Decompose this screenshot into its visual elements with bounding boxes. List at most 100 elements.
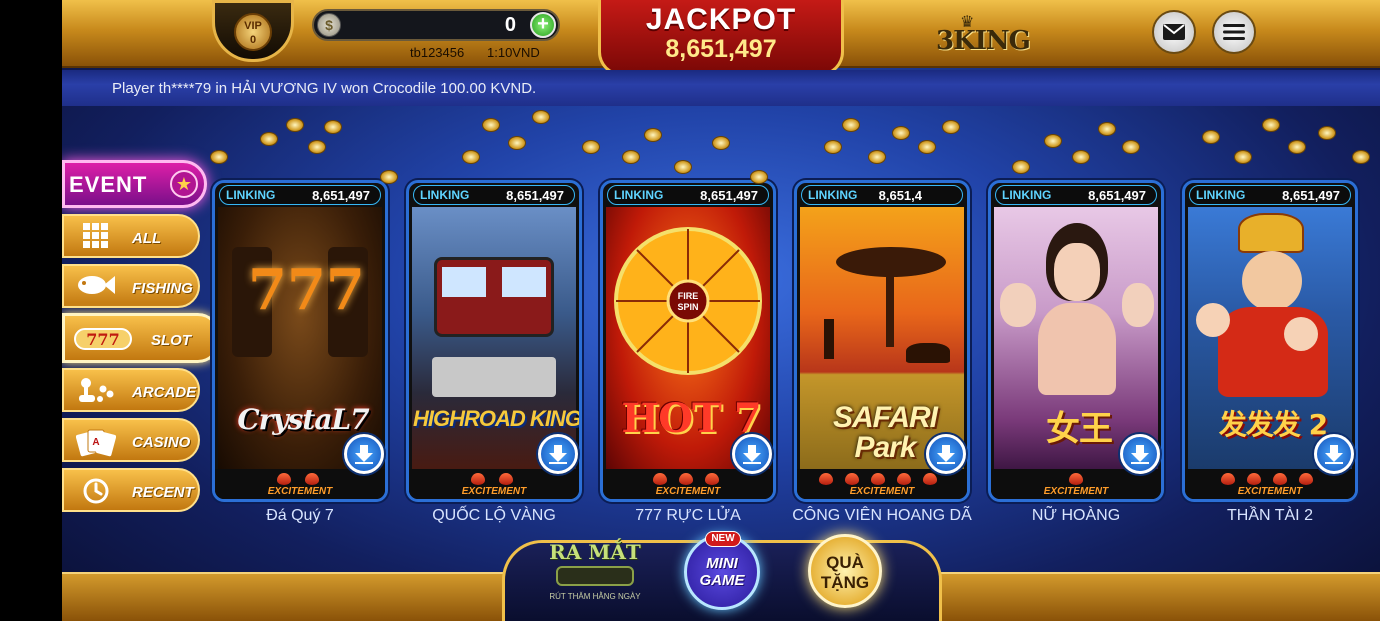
download-button[interactable] bbox=[344, 434, 384, 474]
game-card-highroad-king[interactable]: HIGHROAD KING LINKING 8,651,497 EXCITEME… bbox=[406, 180, 582, 502]
gift-label: QUÀ TẶNG bbox=[820, 553, 870, 592]
fire-icon bbox=[679, 473, 693, 485]
event-button[interactable]: EVENT ★ bbox=[62, 160, 207, 208]
fire-icon bbox=[1299, 473, 1313, 485]
jackpot-value: 8,651,497 bbox=[665, 35, 777, 63]
fire-icon bbox=[1247, 473, 1261, 485]
linking-label: LINKING bbox=[226, 188, 276, 202]
ra-mat-subtitle: RÚT THĂM HẰNG NGÀY bbox=[549, 592, 641, 601]
coin-icon bbox=[892, 126, 910, 140]
category-all[interactable]: ALL bbox=[62, 214, 200, 258]
coin-icon bbox=[868, 150, 886, 164]
game-title-art: HIGHROAD KING bbox=[413, 406, 581, 431]
coin-icon bbox=[508, 136, 526, 150]
fire-icon bbox=[923, 473, 937, 485]
category-label: FISHING bbox=[132, 280, 193, 297]
fire-icon bbox=[1221, 473, 1235, 485]
ra-mat-button[interactable]: RA MẮT RÚT THĂM HẰNG NGÀY bbox=[548, 534, 642, 614]
category-label: CASINO bbox=[132, 434, 191, 451]
balance-box: $ 0 + bbox=[312, 9, 560, 41]
game-artwork: FIRE SPIN HOT 7 bbox=[606, 207, 770, 473]
category-arcade[interactable]: ARCADE bbox=[62, 368, 200, 412]
game-name: THẦN TÀI 2 bbox=[1227, 507, 1313, 524]
slot-777-icon: 777 bbox=[73, 325, 133, 353]
mini-game-label: MINI GAME bbox=[699, 555, 745, 589]
jackpot-panel: JACKPOT 8,651,497 bbox=[598, 0, 844, 76]
game-card-nu-hoang[interactable]: 女王 LINKING 8,651,497 EXCITEMENT bbox=[988, 180, 1164, 502]
menu-button[interactable] bbox=[1212, 10, 1256, 54]
joystick-icon bbox=[76, 377, 116, 405]
linking-value: 8,651,497 bbox=[700, 188, 758, 203]
game-lobby-screen: VIP 0 $ 0 + tb123456 1:10VND JACKPOT 8,6… bbox=[62, 0, 1380, 621]
linking-label: LINKING bbox=[1002, 188, 1052, 202]
coin-icon bbox=[622, 150, 640, 164]
game-card-hot-7[interactable]: FIRE SPIN HOT 7 LINKING 8,651,497 EXCITE… bbox=[600, 180, 776, 502]
fire-icon bbox=[471, 473, 485, 485]
category-slot[interactable]: 777 SLOT bbox=[62, 313, 220, 363]
game-artwork: 女王 bbox=[994, 207, 1158, 473]
ra-mat-title: RA MẮT bbox=[549, 540, 641, 564]
gift-button[interactable]: QUÀ TẶNG bbox=[808, 534, 882, 608]
category-casino[interactable]: A CASINO bbox=[62, 418, 200, 462]
coin-icon bbox=[308, 140, 326, 154]
game-card-crystal-7[interactable]: 777 CrystaL7 LINKING 8,651,497 EXCITEMEN… bbox=[212, 180, 388, 502]
category-recent[interactable]: RECENT bbox=[62, 468, 200, 512]
category-label: ALL bbox=[132, 230, 162, 247]
coin-icon bbox=[644, 128, 662, 142]
svg-text:777: 777 bbox=[86, 330, 119, 349]
coin-icon bbox=[918, 140, 936, 154]
linking-label: LINKING bbox=[808, 188, 858, 202]
fire-spin-wheel: FIRE SPIN bbox=[614, 227, 762, 375]
mini-game-button[interactable]: NEW MINI GAME bbox=[684, 531, 760, 610]
linking-jackpot-bar: LINKING 8,651,4 bbox=[801, 185, 963, 205]
coin-icon bbox=[260, 132, 278, 146]
category-fishing[interactable]: FISHING bbox=[62, 264, 200, 308]
fire-icon bbox=[819, 473, 833, 485]
mail-button[interactable] bbox=[1152, 10, 1196, 54]
linking-jackpot-bar: LINKING 8,651,497 bbox=[219, 185, 381, 205]
game-card-than-tai-2[interactable]: 发发发 2 LINKING 8,651,497 EXCITEMENT bbox=[1182, 180, 1358, 502]
coin-icon bbox=[1288, 140, 1306, 154]
download-button[interactable] bbox=[538, 434, 578, 474]
download-arrow-icon bbox=[937, 445, 955, 464]
download-button[interactable] bbox=[1120, 434, 1160, 474]
fire-icon bbox=[499, 473, 513, 485]
coin-icon bbox=[482, 118, 500, 132]
coin-icon bbox=[1318, 126, 1336, 140]
exchange-rate: 1:10VND bbox=[487, 45, 540, 60]
coin-icon bbox=[1122, 140, 1140, 154]
download-arrow-icon bbox=[1325, 445, 1343, 464]
download-button[interactable] bbox=[1314, 434, 1354, 474]
coin-icon bbox=[1352, 150, 1370, 164]
linking-value: 8,651,497 bbox=[312, 188, 370, 203]
winner-ticker: Player th****79 in HẢI VƯƠNG IV won Croc… bbox=[62, 70, 1380, 106]
vip-panel[interactable]: VIP 0 bbox=[212, 0, 294, 62]
fire-icon bbox=[1273, 473, 1287, 485]
fire-icon bbox=[277, 473, 291, 485]
ticker-text: Player th****79 in HẢI VƯƠNG IV won Croc… bbox=[112, 80, 537, 97]
vip-level: 0 bbox=[249, 34, 257, 46]
add-funds-button[interactable]: + bbox=[530, 12, 556, 38]
linking-label: LINKING bbox=[420, 188, 470, 202]
linking-value: 8,651,497 bbox=[1088, 188, 1146, 203]
game-name: Đá Quý 7 bbox=[266, 507, 334, 524]
excitement-label: EXCITEMENT bbox=[849, 486, 915, 497]
download-arrow-icon bbox=[549, 445, 567, 464]
coin-icon bbox=[1012, 160, 1030, 174]
game-artwork: SAFARI Park bbox=[800, 207, 964, 473]
game-card-safari-park[interactable]: SAFARI Park LINKING 8,651,4 EXCITEMENT bbox=[794, 180, 970, 502]
hamburger-menu-icon bbox=[1223, 24, 1245, 40]
game-name: 777 RỰC LỬA bbox=[635, 507, 741, 524]
fish-icon bbox=[76, 273, 116, 301]
fire-icon bbox=[1069, 473, 1083, 485]
coin-icon bbox=[1234, 150, 1252, 164]
coin-icon bbox=[942, 120, 960, 134]
game-name: QUỐC LỘ VÀNG bbox=[432, 507, 556, 524]
linking-jackpot-bar: LINKING 8,651,497 bbox=[607, 185, 769, 205]
excitement-label: EXCITEMENT bbox=[655, 486, 721, 497]
game-artwork: HIGHROAD KING bbox=[412, 207, 579, 473]
coin-icon bbox=[1044, 134, 1062, 148]
download-button[interactable] bbox=[732, 434, 772, 474]
download-button[interactable] bbox=[926, 434, 966, 474]
excitement-label: EXCITEMENT bbox=[1043, 486, 1109, 497]
